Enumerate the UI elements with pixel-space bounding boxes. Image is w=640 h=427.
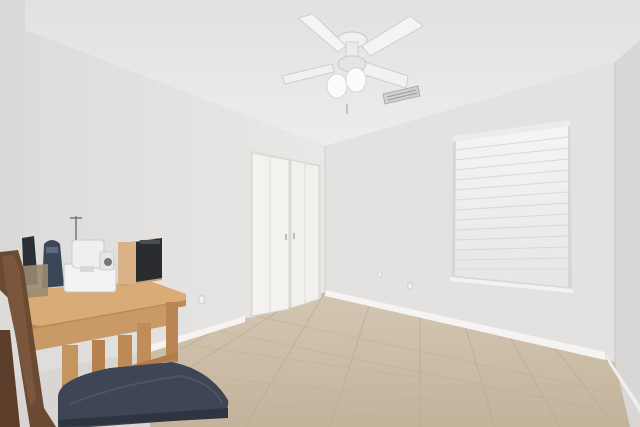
bedroom-photo <box>0 0 640 427</box>
left-wall-corner <box>0 0 25 290</box>
right-wall <box>615 40 640 427</box>
electrical-outlet-back <box>407 282 413 290</box>
closet-doors <box>250 150 321 318</box>
electrical-outlet <box>198 295 205 304</box>
window-blinds <box>450 120 573 293</box>
electrical-outlet-back-2 <box>377 271 382 278</box>
room-illustration <box>0 0 640 427</box>
coffee-maker <box>118 238 162 286</box>
